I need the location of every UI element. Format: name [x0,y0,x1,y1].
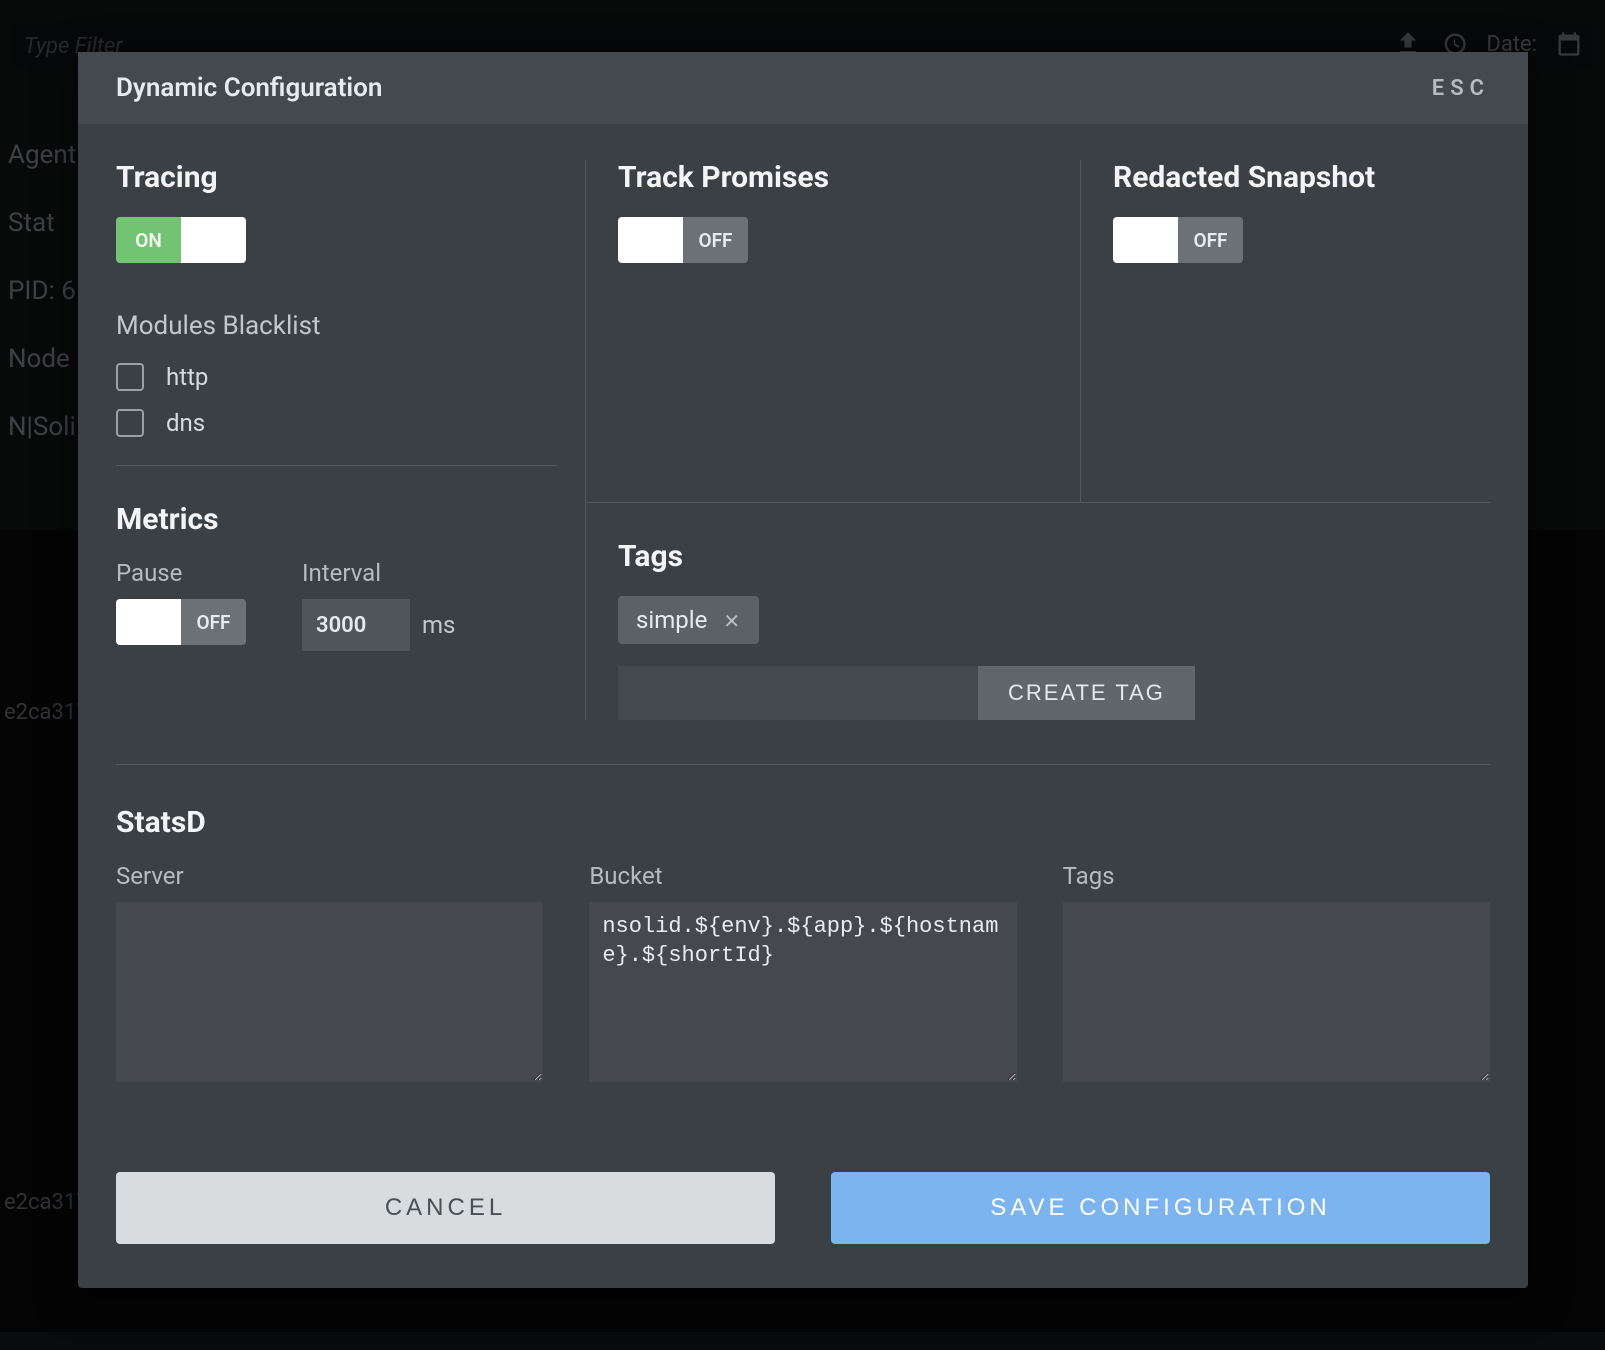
module-blacklist-label: dns [166,409,205,437]
create-tag-row: CREATE TAG [618,666,1490,720]
statsd-bucket-textarea[interactable] [589,902,1016,1082]
metrics-interval-input[interactable] [302,599,410,651]
statsd-tags-col: Tags [1063,862,1490,1082]
redacted-snapshot-toggle[interactable]: OFF [1113,217,1243,263]
redacted-snapshot-section: Redacted Snapshot OFF [1081,160,1490,502]
modal-header: Dynamic Configuration ESC [78,52,1528,124]
create-tag-input[interactable] [618,666,978,720]
save-configuration-button[interactable]: SAVE CONFIGURATION [831,1172,1490,1244]
modal-body: Tracing ON Modules Blacklist http dns [78,124,1528,1092]
toggle-off-label: OFF [699,229,733,252]
statsd-tags-textarea[interactable] [1063,902,1490,1082]
statsd-tags-label: Tags [1063,862,1490,890]
module-blacklist-checkbox-dns[interactable] [116,409,144,437]
tracing-section: Tracing ON Modules Blacklist http dns [116,160,586,502]
create-tag-button[interactable]: CREATE TAG [978,666,1195,720]
metrics-title: Metrics [116,502,557,537]
modal-footer: CANCEL SAVE CONFIGURATION [78,1116,1528,1288]
statsd-server-label: Server [116,862,543,890]
metrics-pause-box: Pause OFF [116,559,246,651]
metrics-interval-unit: ms [422,611,455,639]
modal-title: Dynamic Configuration [116,73,382,103]
cancel-button[interactable]: CANCEL [116,1172,775,1244]
statsd-server-col: Server [116,862,543,1082]
track-promises-toggle[interactable]: OFF [618,217,748,263]
toggle-off-label: OFF [1194,229,1228,252]
metrics-section: Metrics Pause OFF Interval ms [116,502,586,720]
tag-chip: simple ✕ [618,596,759,644]
metrics-pause-toggle[interactable]: OFF [116,599,246,645]
module-blacklist-row-dns: dns [116,409,557,437]
tags-chip-row: simple ✕ [618,596,1490,644]
redacted-snapshot-title: Redacted Snapshot [1113,160,1490,195]
tag-chip-label: simple [636,606,707,634]
metrics-pause-label: Pause [116,559,246,587]
metrics-interval-box: Interval ms [302,559,455,651]
close-esc-button[interactable]: ESC [1432,76,1490,101]
toggle-off-label: OFF [197,611,231,634]
dynamic-config-modal: Dynamic Configuration ESC Tracing ON Mod… [78,52,1528,1288]
statsd-bucket-label: Bucket [589,862,1016,890]
module-blacklist-checkbox-http[interactable] [116,363,144,391]
track-promises-section: Track Promises OFF [586,160,1081,502]
module-blacklist-label: http [166,363,208,391]
statsd-title: StatsD [116,805,1490,840]
statsd-bucket-col: Bucket [589,862,1016,1082]
separator [116,764,1490,765]
statsd-server-textarea[interactable] [116,902,543,1082]
separator [116,465,557,466]
tracing-title: Tracing [116,160,557,195]
track-promises-title: Track Promises [618,160,1048,195]
tag-remove-icon[interactable]: ✕ [723,611,741,629]
modules-blacklist-title: Modules Blacklist [116,311,557,341]
tags-section: Tags simple ✕ CREATE TAG [586,502,1490,720]
toggle-on-label: ON [135,229,162,252]
statsd-section: StatsD Server Bucket Tags [116,805,1490,1082]
metrics-interval-label: Interval [302,559,455,587]
tracing-toggle[interactable]: ON [116,217,246,263]
modules-blacklist-section: Modules Blacklist http dns [116,311,557,437]
tags-title: Tags [618,539,1490,574]
module-blacklist-row-http: http [116,363,557,391]
